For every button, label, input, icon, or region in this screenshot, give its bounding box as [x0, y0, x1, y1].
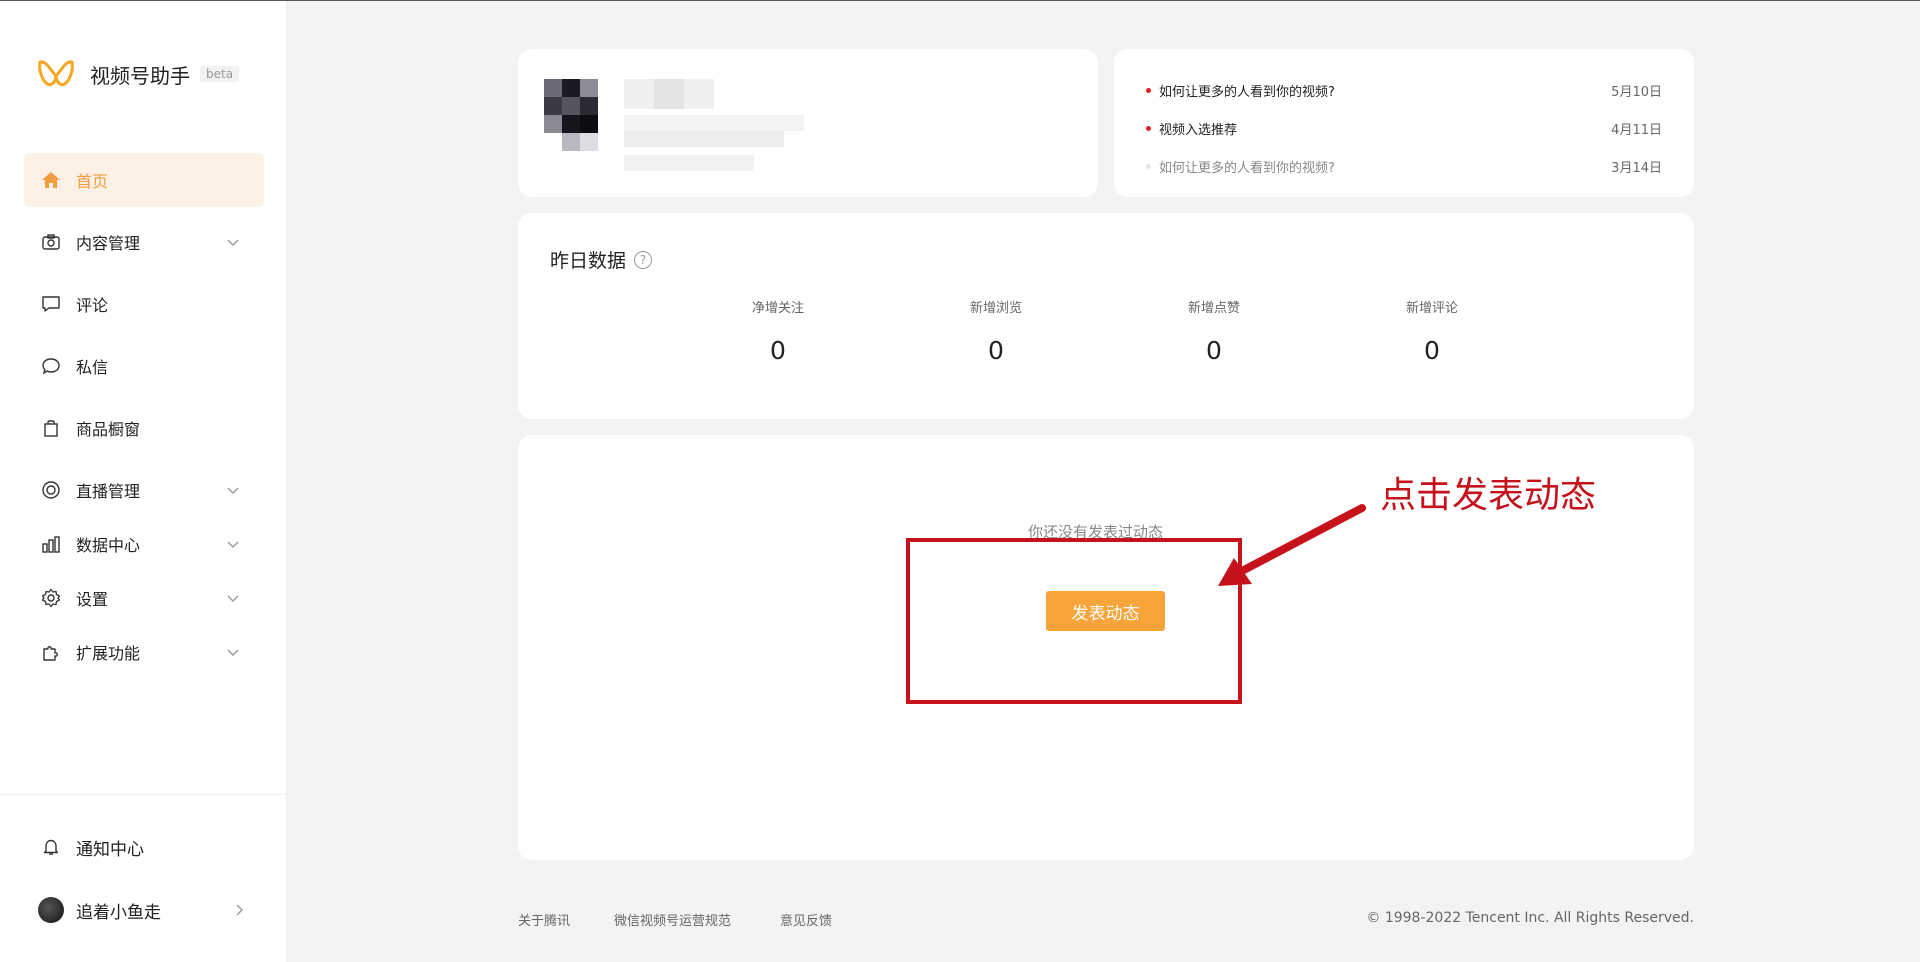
unread-dot — [1146, 87, 1151, 93]
sidebar-item-label: 首页 — [76, 172, 109, 191]
metric-value: 0 — [770, 336, 786, 365]
footer-link-about[interactable]: 关于腾讯 — [518, 910, 570, 929]
avatar — [38, 897, 64, 923]
message-icon — [40, 355, 62, 377]
metric-new-likes: 新增点赞 0 — [1134, 297, 1294, 365]
sidebar-item-label: 评论 — [76, 296, 109, 315]
yesterday-data-card: 昨日数据 ? 净增关注 0 新增浏览 0 新增点赞 0 新增评论 0 — [518, 213, 1694, 419]
yesterday-data-title: 昨日数据 ? — [550, 246, 653, 273]
window-top-border — [0, 0, 1920, 1]
announcement-item[interactable]: 如何让更多的人看到你的视频? 5月10日 — [1146, 80, 1662, 100]
announcement-item[interactable]: 如何让更多的人看到你的视频? 3月14日 — [1146, 156, 1662, 176]
sidebar-item-home[interactable]: 首页 — [24, 153, 264, 207]
unread-dot — [1146, 125, 1151, 131]
app-logo[interactable]: 视频号助手 beta — [36, 54, 240, 94]
sidebar-item-label: 扩展功能 — [76, 644, 141, 663]
comment-icon — [40, 293, 62, 315]
live-icon — [40, 479, 62, 501]
sidebar-item-label: 数据中心 — [76, 536, 141, 555]
sidebar-item-label: 直播管理 — [76, 482, 141, 501]
chevron-down-icon[interactable] — [224, 233, 242, 251]
sidebar-item-comments[interactable]: 评论 — [24, 277, 264, 331]
app-name: 视频号助手 — [90, 63, 190, 88]
metric-new-views: 新增浏览 0 — [916, 297, 1076, 365]
sidebar-item-settings[interactable]: 设置 — [24, 571, 264, 625]
sidebar-item-live-management[interactable]: 直播管理 — [24, 463, 264, 517]
shopping-bag-icon — [40, 417, 62, 439]
username: 追着小鱼走 — [76, 902, 161, 923]
metric-new-comments: 新增评论 0 — [1352, 297, 1512, 365]
metric-net-followers: 净增关注 0 — [698, 297, 858, 365]
notification-center[interactable]: 通知中心 — [38, 827, 248, 867]
metric-label: 净增关注 — [751, 301, 804, 316]
metric-label: 新增评论 — [1405, 301, 1458, 316]
chevron-down-icon[interactable] — [224, 535, 242, 553]
sidebar-item-data-center[interactable]: 数据中心 — [24, 517, 264, 571]
announcement-date: 5月10日 — [1611, 84, 1662, 100]
chevron-down-icon[interactable] — [224, 589, 242, 607]
chevron-down-icon[interactable] — [224, 643, 242, 661]
sidebar: 视频号助手 beta 首页 内容管理 评论 私信 商品橱窗 直播管理 数据中心 … — [0, 1, 287, 962]
footer-link-rules[interactable]: 微信视频号运营规范 — [614, 910, 731, 929]
bell-icon — [38, 834, 64, 860]
notification-center-label: 通知中心 — [76, 839, 144, 860]
footer-link-feedback[interactable]: 意见反馈 — [780, 910, 832, 929]
help-icon[interactable]: ? — [634, 250, 653, 269]
announcement-title: 如何让更多的人看到你的视频? — [1159, 160, 1335, 176]
announcement-date: 4月11日 — [1611, 122, 1662, 138]
sidebar-item-extensions[interactable]: 扩展功能 — [24, 625, 264, 679]
user-profile[interactable]: 追着小鱼走 — [38, 890, 248, 930]
sidebar-divider — [0, 794, 287, 795]
metric-value: 0 — [1206, 336, 1222, 365]
chevron-right-icon — [236, 904, 243, 916]
puzzle-icon — [40, 641, 62, 663]
copyright: © 1998-2022 Tencent Inc. All Rights Rese… — [1366, 910, 1694, 926]
annotation-label: 点击发表动态 — [1380, 475, 1597, 516]
sidebar-item-content-management[interactable]: 内容管理 — [24, 215, 264, 269]
sidebar-item-label: 设置 — [76, 590, 109, 609]
metric-value: 0 — [988, 336, 1004, 365]
annotation-arrow-icon — [1218, 504, 1366, 586]
bar-chart-icon — [40, 533, 62, 555]
announcement-item[interactable]: 视频入选推荐 4月11日 — [1146, 118, 1662, 138]
chevron-down-icon[interactable] — [224, 481, 242, 499]
metric-label: 新增点赞 — [1187, 301, 1240, 316]
section-title: 昨日数据 — [550, 250, 627, 272]
wechat-channels-logo-icon — [38, 60, 74, 87]
home-icon — [40, 169, 62, 191]
sidebar-item-label: 商品橱窗 — [76, 420, 141, 439]
metric-label: 新增浏览 — [969, 301, 1022, 316]
metric-value: 0 — [1424, 336, 1440, 365]
read-dot — [1146, 163, 1151, 169]
gear-icon — [40, 587, 62, 609]
sidebar-item-shop-window[interactable]: 商品橱窗 — [24, 401, 264, 455]
beta-badge: beta — [200, 66, 240, 82]
camera-icon — [40, 231, 62, 253]
announcement-title: 如何让更多的人看到你的视频? — [1159, 84, 1335, 100]
announcement-date: 3月14日 — [1611, 160, 1662, 176]
announcement-card: 如何让更多的人看到你的视频? 5月10日 视频入选推荐 4月11日 如何让更多的… — [1114, 49, 1694, 197]
announcement-title: 视频入选推荐 — [1159, 122, 1238, 138]
annotation-highlight-box — [906, 538, 1242, 704]
sidebar-item-label: 私信 — [76, 358, 109, 377]
profile-card[interactable] — [518, 49, 1098, 197]
sidebar-item-messages[interactable]: 私信 — [24, 339, 264, 393]
sidebar-item-label: 内容管理 — [76, 234, 141, 253]
